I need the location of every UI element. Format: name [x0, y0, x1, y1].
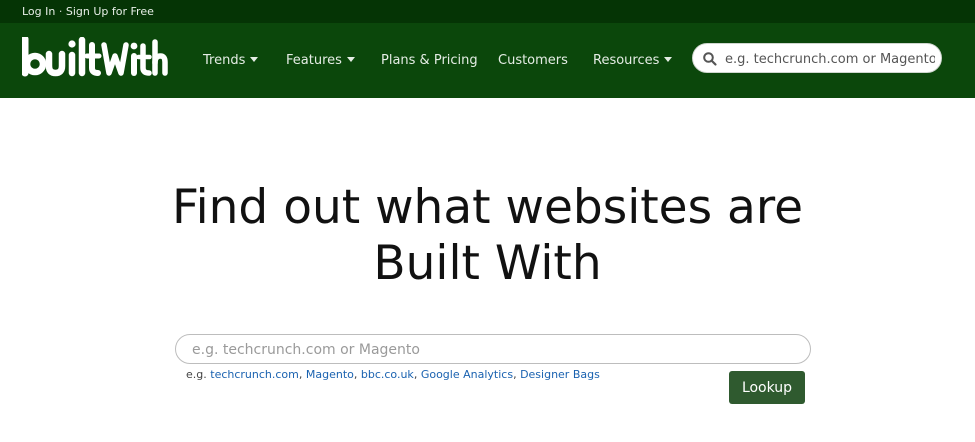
nav-customers[interactable]: Customers [498, 23, 568, 98]
example-separator: , [298, 368, 306, 381]
example-separator: , [513, 368, 521, 381]
nav-features-label: Features [286, 53, 342, 68]
signup-link[interactable]: Sign Up for Free [66, 5, 154, 18]
example-link[interactable]: Magento [306, 368, 354, 381]
chevron-down-icon [664, 57, 673, 62]
hero-line-1: Find out what websites are [171, 180, 804, 235]
hero-line-2: Built With [373, 236, 602, 291]
lookup-button[interactable]: Lookup [729, 371, 805, 404]
login-link[interactable]: Log In [22, 5, 55, 18]
nav-search-input[interactable] [723, 47, 937, 71]
top-bar: Log In · Sign Up for Free [0, 0, 975, 23]
hero-headline: Find out what websites are Built With [0, 180, 975, 292]
builtwith-logo[interactable]: builtwith [22, 37, 168, 79]
nav-plans-pricing[interactable]: Plans & Pricing [381, 23, 478, 98]
search-examples: e.g. techcrunch.com, Magento, bbc.co.uk,… [186, 368, 600, 381]
nav-trends[interactable]: Trends [203, 23, 259, 98]
main-search-box [175, 334, 811, 364]
account-links: Log In · Sign Up for Free [22, 0, 154, 23]
nav-resources[interactable]: Resources [593, 23, 673, 98]
search-icon [703, 52, 717, 66]
nav-search-box [692, 43, 942, 73]
example-link[interactable]: bbc.co.uk [361, 368, 414, 381]
chevron-down-icon [250, 57, 259, 62]
nav-plans-label: Plans & Pricing [381, 53, 478, 68]
example-separator: , [413, 368, 421, 381]
nav-trends-label: Trends [203, 53, 246, 68]
example-link[interactable]: techcrunch.com [210, 368, 299, 381]
example-separator: , [353, 368, 361, 381]
nav-resources-label: Resources [593, 53, 660, 68]
example-link[interactable]: Google Analytics [421, 368, 513, 381]
main-search-input[interactable] [190, 338, 794, 362]
examples-prefix: e.g. [186, 368, 211, 381]
topbar-separator: · [55, 5, 66, 18]
chevron-down-icon [346, 57, 355, 62]
main-navbar: builtwith T [0, 23, 975, 98]
nav-customers-label: Customers [498, 53, 568, 68]
example-link[interactable]: Designer Bags [520, 368, 600, 381]
nav-features[interactable]: Features [286, 23, 355, 98]
